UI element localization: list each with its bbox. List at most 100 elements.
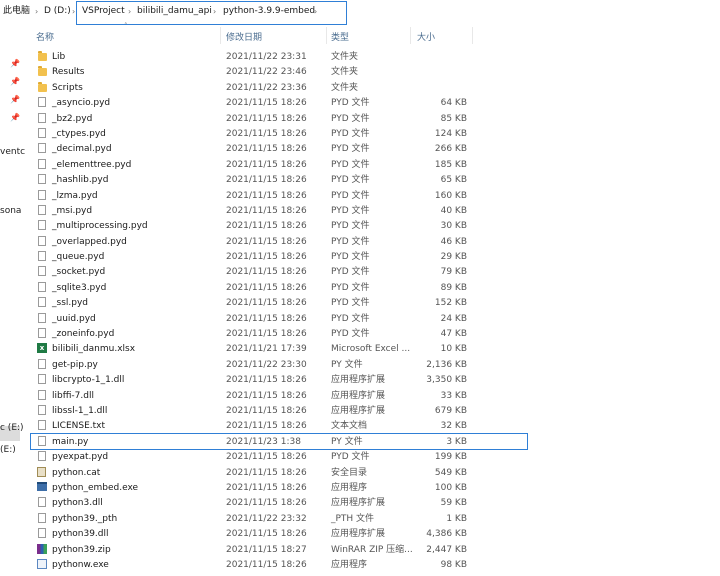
file-icon [37,328,49,339]
breadcrumb-separator-icon[interactable]: › [72,5,75,18]
file-type: PYD 文件 [331,175,370,186]
file-row[interactable]: python.cat 2021/11/15 18:26 安全目录 549 KB [30,465,472,480]
file-modified-date: 2021/11/15 18:26 [226,267,307,278]
file-row[interactable]: _decimal.pyd 2021/11/15 18:26 PYD 文件 266 KB [30,141,472,156]
file-type: 应用程序扩展 [331,390,386,401]
file-modified-date: 2021/11/15 18:26 [226,128,307,139]
breadcrumb-separator-icon[interactable]: › [35,5,38,18]
file-row[interactable]: _multiprocessing.pyd 2021/11/15 18:26 PYD … [30,218,472,233]
catalog-icon [37,466,49,478]
file-row[interactable]: python39._pth 2021/11/22 23:32 _PTH 文件 1 KB [30,511,472,526]
file-row[interactable]: _bz2.pyd 2021/11/15 18:26 PYD 文件 85 KB [30,111,472,126]
file-icon [37,127,49,139]
breadcrumb-drive-d[interactable]: D (D:) [44,5,71,18]
file-type: PYD 文件 [331,313,370,324]
file-type: WinRAR ZIP 压缩... [331,544,413,555]
file-row[interactable]: _uuid.pyd 2021/11/15 18:26 PYD 文件 24 KB [30,311,472,326]
zip-icon [37,543,49,555]
file-row[interactable]: Results 2021/11/22 23:46 文件夹 [30,64,472,79]
file-icon [37,281,49,293]
file-row[interactable]: LICENSE.txt 2021/11/15 18:26 文本文档 32 KB [30,418,472,433]
folder-icon [37,66,49,77]
file-name: python.cat [52,467,101,478]
file-size: 124 KB [434,128,467,139]
file-row[interactable]: _overlapped.pyd 2021/11/15 18:26 PYD 文件 46 … [30,234,472,249]
file-name: Results [52,67,85,78]
file-size: 89 KB [440,282,467,293]
file-size: 3,350 KB [426,375,467,386]
file-row[interactable]: python39.dll 2021/11/15 18:26 应用程序扩展 4,386 … [30,526,472,541]
file-row[interactable]: _msi.pyd 2021/11/15 18:26 PYD 文件 40 KB [30,203,472,218]
file-row[interactable]: python3.dll 2021/11/15 18:26 应用程序扩展 59 KB [30,495,472,510]
file-size: 10 KB [440,344,467,355]
column-divider[interactable] [410,27,411,44]
pin-icon[interactable]: 📌 [10,77,20,87]
file-row[interactable]: Scripts 2021/11/22 23:36 文件夹 [30,80,472,95]
pin-icon[interactable]: 📌 [10,59,20,69]
file-icon [37,404,49,416]
file-name: python3.dll [52,498,103,509]
file-size [408,81,467,95]
nav-item-label[interactable]: sona [0,206,21,216]
file-name: _zoneinfo.pyd [52,329,115,340]
file-row[interactable]: x bilibili_danmu.xlsx 2021/11/21 17:39 Micr… [30,341,472,356]
file-name: _lzma.pyd [52,190,98,201]
file-name: python_embed.exe [52,482,139,493]
file-size: 29 KB [440,252,467,263]
file-type: 文件夹 [331,52,359,62]
file-row[interactable]: libssl-1_1.dll 2021/11/15 18:26 应用程序扩展 679 … [30,403,472,418]
nav-item-label[interactable]: ventc [0,147,25,157]
file-row[interactable]: _queue.pyd 2021/11/15 18:26 PYD 文件 29 KB [30,249,472,264]
file-modified-date: 2021/11/15 18:26 [226,252,307,263]
file-type: 文件夹 [331,82,359,93]
navigation-pane[interactable]: 📌 📌 📌 📌 ventc sona c (E:) (E:) [0,26,25,576]
file-type: 应用程序扩展 [331,498,386,509]
file-icon [37,358,49,370]
file-row[interactable]: pythonw.exe 2021/11/15 18:26 应用程序 98 KB [30,557,472,572]
file-row[interactable]: _ctypes.pyd 2021/11/15 18:26 PYD 文件 124 KB [30,126,472,141]
column-header-type[interactable]: 类型 [331,30,349,43]
file-name: _queue.pyd [52,252,105,263]
file-row[interactable]: python_embed.exe 2021/11/15 18:26 应用程序 100 … [30,480,472,495]
file-modified-date: 2021/11/15 18:26 [226,282,307,293]
column-divider[interactable] [220,27,221,44]
column-header-size[interactable]: 大小 [417,30,435,43]
file-row[interactable]: _lzma.pyd 2021/11/15 18:26 PYD 文件 160 KB [30,188,472,203]
file-list[interactable]: Lib 2021/11/22 23:31 文件夹 Results 2021/11/22 … [30,49,472,572]
file-row[interactable]: _socket.pyd 2021/11/15 18:26 PYD 文件 79 KB [30,264,472,279]
file-row[interactable]: python39.zip 2021/11/15 18:27 WinRAR ZIP 压… [30,542,472,557]
file-name: python39.zip [52,544,111,555]
file-row[interactable]: _elementtree.pyd 2021/11/15 18:26 PYD 文件 18… [30,157,472,172]
column-divider[interactable] [472,27,473,44]
file-size: 24 KB [440,313,467,324]
column-header-date[interactable]: 修改日期 [226,30,262,43]
column-divider[interactable] [326,27,327,44]
file-icon [37,143,49,154]
file-modified-date: 2021/11/15 18:26 [226,467,307,478]
file-modified-date: 2021/11/22 23:46 [226,67,307,78]
file-row[interactable]: _sqlite3.pyd 2021/11/15 18:26 PYD 文件 89 KB [30,280,472,295]
nav-item-label[interactable]: (E:) [0,445,16,455]
file-type: 应用程序扩展 [331,405,386,416]
file-size: 47 KB [440,329,467,340]
file-row[interactable]: _ssl.pyd 2021/11/15 18:26 PYD 文件 152 KB [30,295,472,310]
breadcrumb-highlight-box [76,1,347,25]
file-row[interactable]: Lib 2021/11/22 23:31 文件夹 [30,49,472,64]
column-header-name[interactable]: 名称 [36,30,54,43]
file-row[interactable]: _zoneinfo.pyd 2021/11/15 18:26 PYD 文件 47 KB [30,326,472,341]
file-row[interactable]: get-pip.py 2021/11/22 23:30 PY 文件 2,136 KB [30,357,472,372]
breadcrumb-this-pc[interactable]: 此电脑 [3,5,30,18]
file-row[interactable]: libffi-7.dll 2021/11/15 18:26 应用程序扩展 33 KB [30,388,472,403]
pin-icon[interactable]: 📌 [10,95,20,105]
file-row[interactable]: _asyncio.pyd 2021/11/15 18:26 PYD 文件 64 KB [30,95,472,110]
file-type: Microsoft Excel ... [331,344,411,355]
pin-icon[interactable]: 📌 [10,113,20,123]
file-row[interactable]: pyexpat.pyd 2021/11/15 18:26 PYD 文件 199 KB [30,449,472,464]
file-type: 应用程序 [331,482,368,493]
file-name: python39._pth [52,513,118,524]
nav-item-label[interactable]: c (E:) [0,423,24,433]
file-name: _ssl.pyd [52,298,88,309]
file-icon [37,235,49,247]
file-row[interactable]: libcrypto-1_1.dll 2021/11/15 18:26 应用程序扩展 3… [30,372,472,387]
file-row[interactable]: _hashlib.pyd 2021/11/15 18:26 PYD 文件 65 KB [30,172,472,187]
